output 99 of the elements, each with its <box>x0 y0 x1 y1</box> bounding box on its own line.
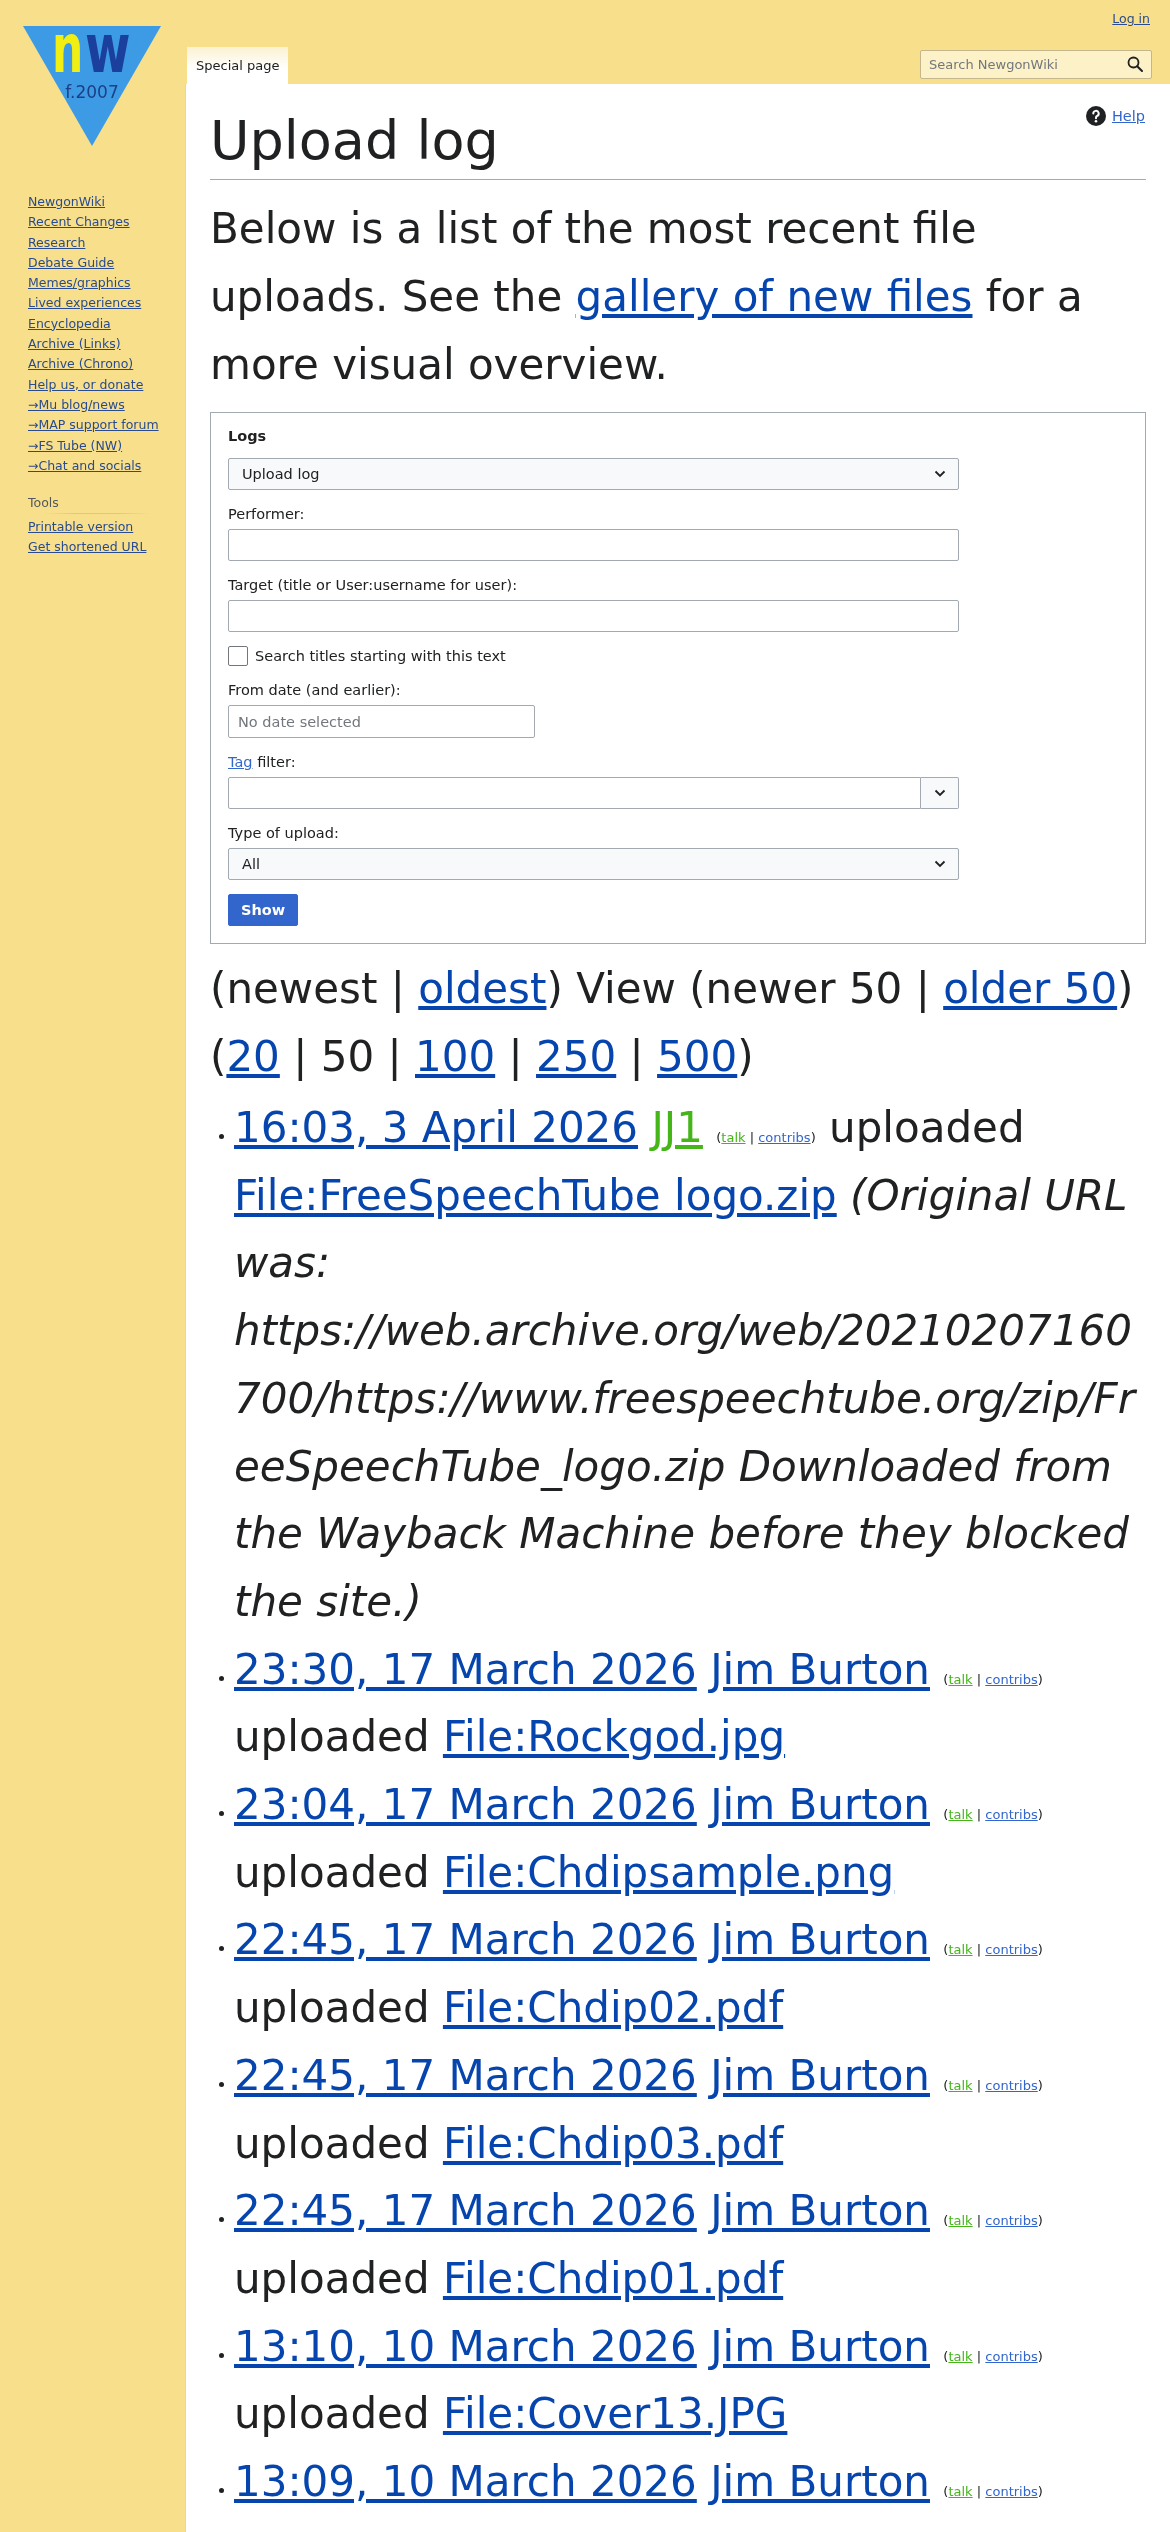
log-entry: 13:09, 10 March 2026 Jim Burton (talk | contribs) <box>234 2456 1044 2509</box>
nav-link[interactable]: Research <box>28 232 86 253</box>
user-tool-link[interactable]: contribs <box>985 2348 1038 2364</box>
show-button[interactable]: Show <box>228 894 299 926</box>
field-label: Tag filter: <box>228 753 297 772</box>
nav-link[interactable]: Archive (Chrono) <box>28 354 134 375</box>
bullet-icon <box>219 1946 224 1952</box>
combo-field[interactable] <box>228 777 921 809</box>
user-link[interactable]: Jim Burton <box>710 2457 930 2507</box>
file-link[interactable]: File:Rockgod.jpg <box>442 1712 786 1762</box>
page-title: Upload log <box>210 108 500 174</box>
nav-link[interactable]: Encyclopedia <box>28 313 111 335</box>
intro-text: Below is a list of the most recent file uploads. See the gallery of new files for a more visual overview. <box>210 203 1084 391</box>
file-link[interactable]: File:Chdip02.pdf <box>442 1983 784 2033</box>
field-label: Performer: <box>228 505 306 524</box>
file-link[interactable]: File:Chdip01.pdf <box>442 2253 784 2303</box>
date-field[interactable]: No date selected <box>228 705 535 738</box>
log-entry: 16:03, 3 April 2026 JJ1 (talk | contribs) uploaded File:FreeSpeechTube logo.zip (Original URL was: https://web.archive.org/web/20210207160700/https://www.freespeechtube.org/zip/FreeSpeechTube_logo.zip Downloaded from the Wayback Machine before they blocked the site.) <box>234 1102 1138 1628</box>
checkbox-label: Search titles starting with this text <box>255 647 506 666</box>
tag-link[interactable]: Tag <box>228 754 253 770</box>
search-icon[interactable] <box>1127 56 1143 72</box>
tab[interactable]: Special page <box>187 47 289 84</box>
log-entry: 23:04, 17 March 2026 Jim Burton (talk | contribs) uploaded File:Chdipsample.png <box>234 1779 1044 1899</box>
nav-link[interactable]: NewgonWiki <box>28 192 106 213</box>
pager-link[interactable]: 500 <box>657 1032 738 1081</box>
file-link[interactable]: File:Chdip03.pdf <box>442 2118 784 2168</box>
nav-link[interactable]: →FS Tube (NW) <box>28 435 123 456</box>
timestamp-link[interactable]: 16:03, 3 April 2026 <box>234 1103 639 1152</box>
bullet-icon <box>219 1134 224 1139</box>
pager-link[interactable]: 250 <box>536 1032 617 1081</box>
chevron-down-icon <box>934 470 946 478</box>
gallery-link[interactable]: gallery of new files <box>575 272 973 321</box>
field-label: From date (and earlier): <box>228 681 402 700</box>
form-title: Logs <box>228 427 268 446</box>
pager-link[interactable]: 20 <box>226 1032 280 1081</box>
log-entry: 13:10, 10 March 2026 Jim Burton (talk | contribs) uploaded File:Cover13.JPG <box>234 2320 1044 2441</box>
bullet-icon <box>219 2488 224 2494</box>
chevron-down-icon <box>933 789 946 797</box>
pager-link[interactable]: 100 <box>415 1032 496 1081</box>
nav-link[interactable]: Help us, or donate <box>28 374 144 395</box>
nav-link[interactable]: Archive (Links) <box>28 334 121 355</box>
dropdown[interactable]: All <box>228 848 959 880</box>
chevron-down-icon <box>934 860 946 868</box>
log-entry: 22:45, 17 March 2026 Jim Burton (talk | contribs) uploaded File:Chdip01.pdf <box>234 2185 1044 2305</box>
search-field[interactable]: Search NewgonWiki <box>920 50 1152 79</box>
timestamp-link[interactable]: 22:45, 17 March 2026 <box>234 1915 697 1965</box>
nav-link[interactable]: Debate Guide <box>28 252 115 274</box>
user-link[interactable]: Jim Burton <box>710 2050 930 2100</box>
log-entry: 23:30, 17 March 2026 Jim Burton (talk | contribs) uploaded File:Rockgod.jpg <box>234 1643 1044 1764</box>
user-link[interactable]: Jim Burton <box>710 2186 930 2236</box>
user-link[interactable]: Jim Burton <box>710 2321 930 2371</box>
timestamp-link[interactable]: 13:09, 10 March 2026 <box>234 2457 697 2507</box>
login-link[interactable]: Log in <box>1112 11 1150 27</box>
checkbox[interactable] <box>228 646 248 666</box>
field-label: Type of upload: <box>228 824 340 843</box>
user-tool-link[interactable]: contribs <box>985 1807 1038 1823</box>
log-entry: 22:45, 17 March 2026 Jim Burton (talk | contribs) uploaded File:Chdip03.pdf <box>234 2049 1044 2170</box>
nav-link[interactable]: Memes/graphics <box>28 273 131 294</box>
bullet-icon <box>219 1811 224 1817</box>
user-link[interactable]: Jim Burton <box>710 1780 930 1830</box>
timestamp-link[interactable]: 22:45, 17 March 2026 <box>234 2050 697 2100</box>
user-link[interactable]: Jim Burton <box>710 1915 930 1965</box>
field-label: Target (title or User:username for user): <box>228 576 519 595</box>
bullet-icon <box>219 2352 224 2358</box>
bullet-icon <box>219 1675 224 1681</box>
log-entry: 22:45, 17 March 2026 Jim Burton (talk | contribs) uploaded File:Chdip02.pdf <box>234 1914 1044 2035</box>
tool-link[interactable]: Get shortened URL <box>28 537 147 558</box>
dropdown-button[interactable] <box>921 777 959 809</box>
user-tool-link[interactable]: contribs <box>985 2484 1038 2500</box>
user-tool-link[interactable]: contribs <box>985 1671 1038 1687</box>
file-link[interactable]: File:Cover13.JPG <box>442 2389 788 2439</box>
nav-link[interactable]: →MAP support forum <box>28 415 159 436</box>
user-tool-link[interactable]: contribs <box>985 2077 1038 2093</box>
pager-link[interactable]: oldest <box>418 964 547 1013</box>
nav-link[interactable]: Lived experiences <box>28 293 142 314</box>
timestamp-link[interactable]: 23:30, 17 March 2026 <box>234 1644 697 1694</box>
nav-link[interactable]: Recent Changes <box>28 212 130 233</box>
file-link[interactable]: File:Chdipsample.png <box>442 1847 895 1897</box>
user-link[interactable]: Jim Burton <box>710 1644 930 1694</box>
user-tool-link[interactable]: contribs <box>985 2213 1038 2229</box>
timestamp-link[interactable]: 23:04, 17 March 2026 <box>234 1780 697 1830</box>
text-field[interactable] <box>228 600 959 632</box>
nav-link[interactable]: →Mu blog/news <box>28 394 125 416</box>
timestamp-link[interactable]: 13:10, 10 March 2026 <box>234 2321 697 2371</box>
text-field[interactable] <box>228 529 959 561</box>
bullet-icon <box>219 2217 224 2223</box>
pager-link[interactable]: older 50 <box>943 964 1118 1013</box>
help-icon[interactable] <box>1085 106 1106 126</box>
timestamp-link[interactable]: 22:45, 17 March 2026 <box>234 2186 697 2236</box>
bullet-icon <box>219 2081 224 2087</box>
dropdown[interactable]: Upload log <box>228 458 959 490</box>
tools-heading: Tools <box>28 494 59 513</box>
pager-text: (newest | oldest) View (newer 50 | older 50) (20 | 50 | 100 | 250 | 500) <box>210 963 1135 1083</box>
user-tool-link[interactable]: contribs <box>758 1130 811 1145</box>
tool-link[interactable]: Printable version <box>28 517 134 538</box>
user-tool-link[interactable]: contribs <box>985 1942 1038 1958</box>
help-link[interactable]: Help <box>1111 106 1145 126</box>
nav-link[interactable]: →Chat and socials <box>28 455 142 477</box>
file-link[interactable]: File:FreeSpeechTube logo.zip <box>234 1170 837 1220</box>
